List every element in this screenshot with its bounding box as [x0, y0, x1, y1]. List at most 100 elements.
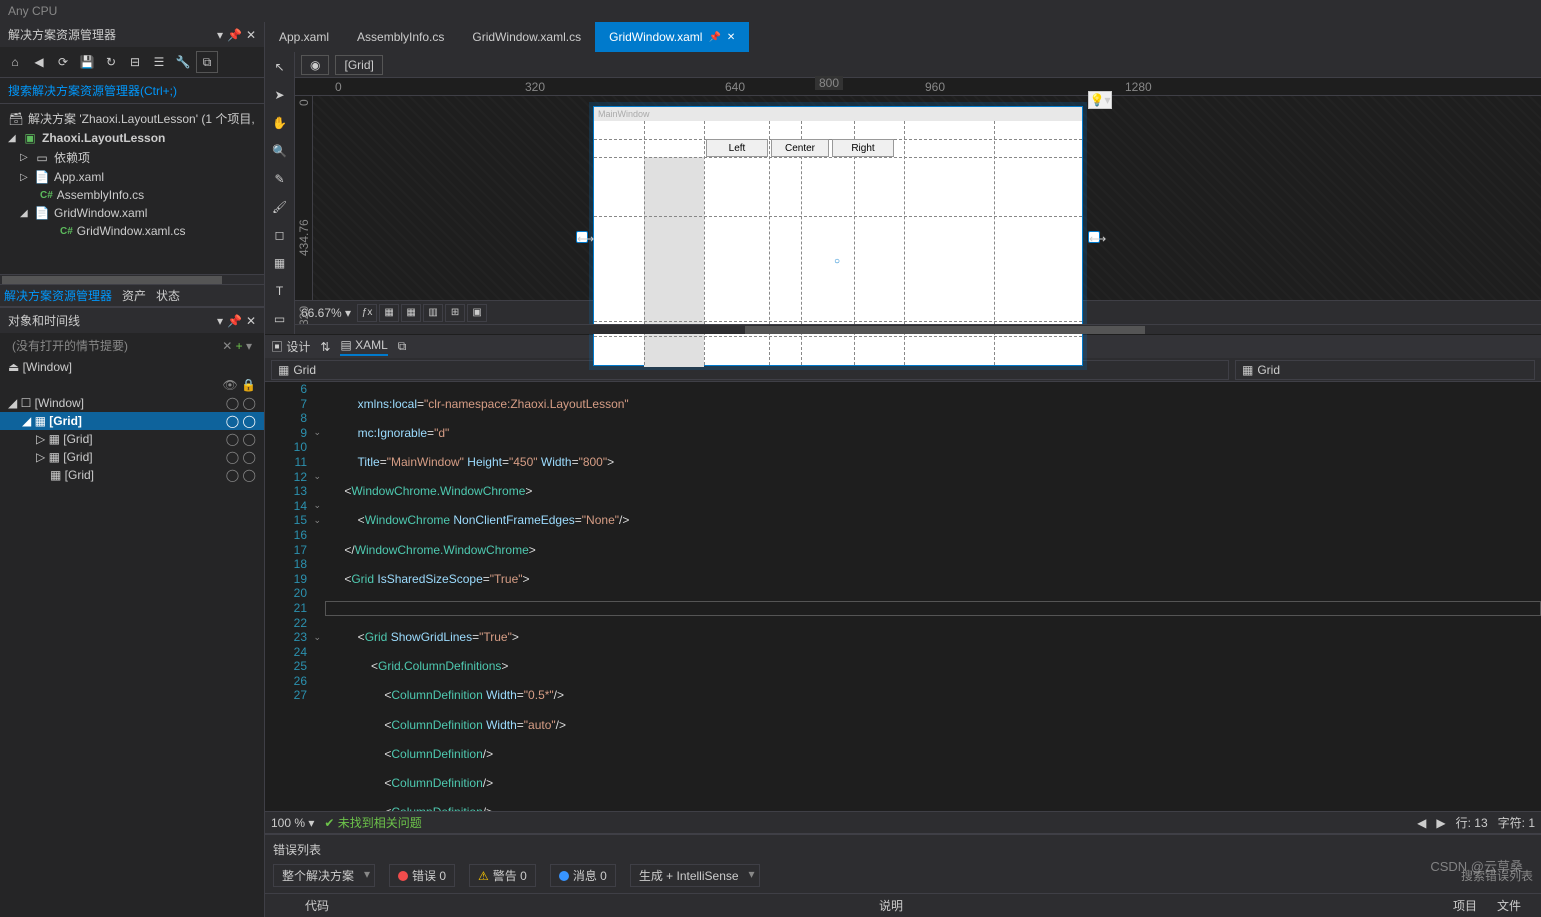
nav-next-icon[interactable]: ▶ — [1436, 816, 1445, 830]
snap-icon[interactable]: ▥ — [423, 304, 443, 322]
close-icon[interactable]: ✕ — [727, 32, 735, 43]
grid2-icon[interactable]: ▦ — [401, 304, 421, 322]
col-desc[interactable]: 说明 — [879, 897, 903, 914]
gridwindow-cs-node[interactable]: C#GridWindow.xaml.cs — [0, 222, 264, 240]
breadcrumb-bar: ◉ [Grid] — [295, 52, 1541, 78]
warnings-filter[interactable]: ⚠警告 0 — [469, 864, 536, 887]
design-button-center[interactable]: Center — [771, 139, 829, 157]
breadcrumb-root[interactable]: ◉ — [301, 55, 329, 75]
design-canvas[interactable]: 💡▾ MainWindow Left — [313, 96, 1541, 300]
grid-icon[interactable]: ▦ — [379, 304, 399, 322]
breadcrumb-grid[interactable]: [Grid] — [335, 55, 382, 75]
code-content[interactable]: xmlns:local="clr-namespace:Zhaoxi.Layout… — [325, 382, 1541, 811]
pin-icon[interactable]: 📌 — [227, 314, 242, 328]
layout-icon[interactable]: ▦ — [269, 252, 291, 274]
eyedropper-icon[interactable]: ✎ — [269, 168, 291, 190]
home-icon[interactable]: ⌂ — [4, 51, 26, 73]
swap-icon[interactable]: ⇅ — [320, 340, 330, 354]
timeline-grid-2[interactable]: ▷ ▦ [Grid]◯ ◯ — [0, 430, 264, 448]
deps-node[interactable]: ▷▭依赖项 — [0, 147, 264, 168]
solution-explorer-header: 解决方案资源管理器 ▾ 📌 ✕ — [0, 22, 264, 47]
col-project[interactable]: 项目 — [1453, 897, 1477, 914]
watermark: CSDN @云草桑 — [1430, 856, 1523, 875]
sync-icon[interactable]: ⟳ — [52, 51, 74, 73]
col-file[interactable]: 文件 — [1497, 897, 1521, 914]
resize-handle-left[interactable]: ⟷ — [576, 231, 588, 243]
code-zoom[interactable]: 100 % ▾ — [271, 816, 314, 830]
tab-gridwindow-cs[interactable]: GridWindow.xaml.cs — [458, 22, 595, 52]
error-list-title: 错误列表 — [273, 841, 1533, 858]
project-node[interactable]: ◢▣Zhaoxi.LayoutLesson — [0, 129, 264, 147]
collapse-icon[interactable]: ⊟ — [124, 51, 146, 73]
device-icon[interactable]: ▣ — [467, 304, 487, 322]
app-xaml-node[interactable]: ▷📄App.xaml — [0, 168, 264, 186]
solution-node[interactable]: 🗃解决方案 'Zhaoxi.LayoutLesson' (1 个项目, — [0, 108, 264, 129]
button-icon[interactable]: ▭ — [269, 308, 291, 330]
fx-icon[interactable]: ƒx — [357, 304, 377, 322]
timeline-grid-4[interactable]: ▦ [Grid]◯ ◯ — [0, 466, 264, 484]
timeline-header: 对象和时间线 ▾📌✕ — [0, 308, 264, 333]
col-code[interactable]: 代码 — [305, 897, 329, 914]
storyboard-empty: (没有打开的情节提要) ✕ + ▾ — [0, 333, 264, 358]
tab-design[interactable]: ▣ 设计 — [271, 338, 310, 355]
save-icon[interactable]: 💾 — [76, 51, 98, 73]
close-icon[interactable]: ✕ — [246, 28, 256, 42]
dropdown-icon[interactable]: ▾ — [217, 314, 223, 328]
gridwindow-xaml-node[interactable]: ◢📄GridWindow.xaml — [0, 204, 264, 222]
solution-search[interactable]: 搜索解决方案资源管理器(Ctrl+;) — [0, 78, 264, 104]
popout-icon[interactable]: ⧉ — [398, 339, 407, 354]
close-icon[interactable]: ✕ — [246, 314, 256, 328]
pointer-icon[interactable]: ↖ — [269, 56, 291, 78]
solution-tree: 🗃解决方案 'Zhaoxi.LayoutLesson' (1 个项目, ◢▣Zh… — [0, 104, 264, 274]
zoom-icon[interactable]: 🔍 — [269, 140, 291, 162]
cursor-icon[interactable]: ➤ — [269, 84, 291, 106]
snap2-icon[interactable]: ⊞ — [445, 304, 465, 322]
design-button-right[interactable]: Right — [832, 139, 894, 157]
properties-icon[interactable]: ☰ — [148, 51, 170, 73]
pin-icon[interactable]: 📌 — [227, 28, 242, 42]
hand-icon[interactable]: ✋ — [269, 112, 291, 134]
shape-icon[interactable]: ◻ — [269, 224, 291, 246]
text-icon[interactable]: T — [269, 280, 291, 302]
code-status-bar: 100 % ▾ ✔ 未找到相关问题 ◀ ▶ 行: 13 字符: 1 — [265, 811, 1541, 833]
dropdown-icon[interactable]: ▾ — [246, 339, 252, 353]
issues-status[interactable]: ✔ 未找到相关问题 — [324, 814, 421, 831]
tab-gridwindow-xaml[interactable]: GridWindow.xaml📌✕ — [595, 22, 749, 52]
messages-filter[interactable]: 消息 0 — [550, 864, 616, 887]
line-indicator: 行: 13 — [1456, 814, 1488, 831]
timeline-grid-selected[interactable]: ◢ ▦ [Grid]◯ ◯ — [0, 412, 264, 430]
dropdown-icon[interactable]: ▾ — [217, 28, 223, 42]
code-editor[interactable]: 678 9⌄1011 12⌄1314⌄ 15⌄161718 19202122 2… — [265, 382, 1541, 811]
scope-dropdown[interactable]: 整个解决方案 — [273, 864, 375, 887]
back-icon[interactable]: ◀ — [28, 51, 50, 73]
designer-toolbox: ↖ ➤ ✋ 🔍 ✎ 🖌 ◻ ▦ T ▭ — [265, 52, 295, 334]
canvas-hscroll[interactable] — [295, 324, 1541, 334]
se-hscroll[interactable] — [0, 274, 264, 284]
resize-handle-right[interactable]: ⟷ — [1088, 231, 1100, 243]
tab-assemblyinfo[interactable]: AssemblyInfo.cs — [343, 22, 458, 52]
add-icon[interactable]: + — [236, 339, 243, 353]
lightbulb-icon[interactable]: 💡▾ — [1088, 91, 1112, 109]
refresh-icon[interactable]: ↻ — [100, 51, 122, 73]
brush-icon[interactable]: 🖌 — [269, 196, 291, 218]
wrench-icon[interactable]: 🔧 — [172, 51, 194, 73]
tab-assets[interactable]: 资产 — [122, 287, 146, 304]
nav-right[interactable]: ▦ Grid — [1235, 360, 1535, 380]
view-icon[interactable]: ⧉ — [196, 51, 218, 73]
build-dropdown[interactable]: 生成 + IntelliSense — [630, 864, 760, 887]
tab-xaml[interactable]: ▤ XAML — [340, 338, 387, 356]
tab-state[interactable]: 状态 — [156, 287, 180, 304]
pin-icon[interactable]: 📌 — [708, 32, 720, 43]
tab-app-xaml[interactable]: App.xaml — [265, 22, 343, 52]
design-button-left[interactable]: Left — [706, 139, 768, 157]
timeline-grid-3[interactable]: ▷ ▦ [Grid]◯ ◯ — [0, 448, 264, 466]
timeline-window[interactable]: ◢ ☐ [Window]◯ ◯ — [0, 394, 264, 412]
assemblyinfo-node[interactable]: C#AssemblyInfo.cs — [0, 186, 264, 204]
errors-filter[interactable]: 错误 0 — [389, 864, 455, 887]
close-icon[interactable]: ✕ — [222, 339, 232, 353]
top-toolbar: Any CPU — [0, 0, 1541, 22]
nav-prev-icon[interactable]: ◀ — [1417, 816, 1426, 830]
timeline-window-root[interactable]: ⏏ [Window] — [0, 358, 264, 376]
cpu-selector[interactable]: Any CPU — [8, 4, 57, 18]
tab-solution-explorer[interactable]: 解决方案资源管理器 — [4, 287, 112, 304]
